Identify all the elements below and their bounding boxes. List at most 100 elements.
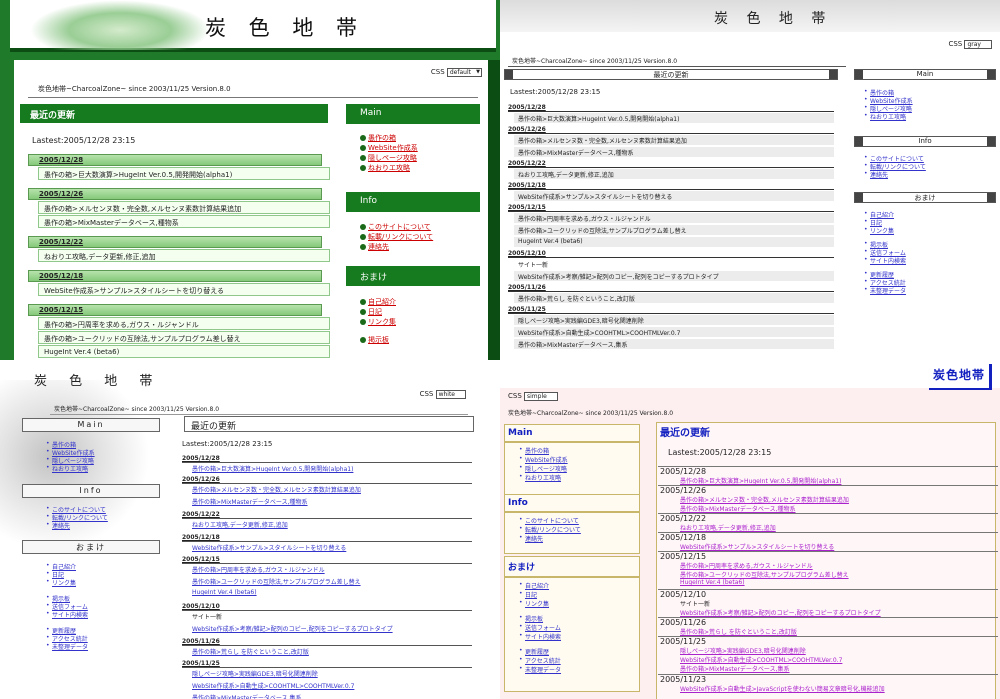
- sidebar-item[interactable]: 未整理データ: [864, 286, 906, 295]
- update-entry[interactable]: WebSite作成系>考察/雑記>配列のコピー,配列をコピーするプロトタイプ: [680, 608, 996, 617]
- css-select[interactable]: simple: [524, 392, 558, 401]
- update-entry[interactable]: ねおりエ攻略,データ更新,修正,追加: [192, 520, 472, 529]
- sidebar-item[interactable]: 隠しページ攻略: [44, 456, 95, 465]
- update-entry[interactable]: WebSite作成系>考察/雑記>配列のコピー,配列をコピーするプロトタイプ: [514, 271, 834, 281]
- update-entry[interactable]: 愚作の箱>ユークリッドの互除法,サンプルプログラム差し替え: [38, 331, 330, 344]
- sidebar-item[interactable]: 更新履歴: [519, 647, 639, 656]
- update-entry[interactable]: 愚作の箱>MixMasterデータベース,種物系: [192, 497, 472, 506]
- update-entry[interactable]: WebSite作成系>サンプル>スタイルシートを切り替える: [192, 543, 472, 552]
- sidebar-item[interactable]: 日記: [519, 590, 639, 599]
- sidebar-item[interactable]: アクセス統計: [864, 278, 906, 287]
- sidebar-item[interactable]: 掲示板: [519, 614, 639, 623]
- update-entry[interactable]: 愚作の箱>巨大数演算>HugeInt Ver.0.5,開発開始(alpha1): [38, 167, 330, 180]
- sidebar-item[interactable]: 隠しページ攻略: [360, 153, 418, 163]
- sidebar-item[interactable]: このサイトについて: [44, 505, 108, 514]
- update-entry[interactable]: WebSite作成系>サンプル>スタイルシートを切り替える: [680, 542, 996, 551]
- update-entry[interactable]: HugeInt Ver.4 (beta6): [192, 589, 472, 598]
- update-entry[interactable]: 愚作の箱>MixMasterデータベース,集系: [192, 693, 472, 699]
- update-entry[interactable]: 愚作の箱>円周率を求める,ガウス・ルジャンドル: [192, 565, 472, 574]
- sidebar-item[interactable]: 隠しページ攻略: [864, 104, 913, 113]
- sidebar-item[interactable]: 愚作の箱: [864, 88, 913, 97]
- sidebar-item[interactable]: 更新履歴: [864, 270, 906, 279]
- update-entry[interactable]: HugeInt Ver.4 (beta6): [38, 345, 330, 358]
- update-entry[interactable]: 愚作の箱>MixMasterデータベース,種物系: [514, 147, 834, 157]
- sidebar-item[interactable]: 連絡先: [519, 534, 639, 543]
- update-entry[interactable]: WebSite作成系>自動生成>COOHTML>COOHTMLVer.0.7: [192, 681, 472, 690]
- sidebar-item[interactable]: WebSite作成系: [44, 448, 95, 457]
- update-entry[interactable]: 愚作の箱>MixMasterデータベース,種物系: [680, 504, 996, 513]
- sidebar-item[interactable]: 転載/リンクについて: [864, 162, 926, 171]
- sidebar-item[interactable]: サイト内検索: [44, 610, 88, 619]
- update-entry[interactable]: 隠しページ攻略>実践編GDE3,暗号化関連削除: [680, 646, 996, 655]
- sidebar-item[interactable]: ねおりエ攻略: [360, 163, 418, 173]
- sidebar-item[interactable]: 愚作の箱: [44, 440, 95, 449]
- sidebar-item[interactable]: このサイトについて: [864, 154, 926, 163]
- update-entry[interactable]: 愚作の箱>円周率を求める,ガウス・ルジャンドル: [38, 317, 330, 330]
- update-entry[interactable]: WebSite作成系>サンプル>スタイルシートを切り替える: [38, 283, 330, 296]
- sidebar-item[interactable]: 掲示板: [864, 240, 906, 249]
- sidebar-item[interactable]: 送信フォーム: [864, 248, 906, 257]
- update-entry[interactable]: WebSite作成系>サンプル>スタイルシートを切り替える: [514, 191, 834, 201]
- sidebar-item[interactable]: 日記: [44, 570, 88, 579]
- update-entry[interactable]: 愚作の箱>メルセンヌ数・完全数,メルセンヌ素数計算結果追加: [38, 201, 330, 214]
- update-entry[interactable]: 愚作の箱>円周率を求める,ガウス・ルジャンドル: [514, 213, 834, 223]
- update-entry[interactable]: 愚作の箱>メルセンヌ数・完全数,メルセンヌ素数計算結果追加: [514, 135, 834, 145]
- sidebar-item[interactable]: サイト内検索: [519, 632, 639, 641]
- update-entry[interactable]: 愚作の箱>メルセンヌ数・完全数,メルセンヌ素数計算結果追加: [192, 485, 472, 494]
- update-entry[interactable]: WebSite作成系>自動生成>COOHTML>COOHTMLVer.0.7: [680, 655, 996, 664]
- sidebar-item[interactable]: 自己紹介: [360, 297, 396, 307]
- sidebar-item[interactable]: アクセス統計: [519, 656, 639, 665]
- update-entry[interactable]: ねおりエ攻略,データ更新,修正,追加: [514, 169, 834, 179]
- sidebar-item[interactable]: アクセス統計: [44, 634, 88, 643]
- update-entry[interactable]: HugeInt Ver.4 (beta6): [514, 237, 834, 247]
- update-entry[interactable]: 愚作の箱>巨大数演算>HugeInt Ver.0.5,開発開始(alpha1): [192, 464, 472, 473]
- sidebar-item[interactable]: 未整理データ: [519, 665, 639, 674]
- update-entry[interactable]: WebSite作成系>自動生成>COOHTML>COOHTMLVer.0.7: [514, 327, 834, 337]
- sidebar-item[interactable]: 未整理データ: [44, 642, 88, 651]
- update-entry[interactable]: 愚作の箱>円周率を求める,ガウス・ルジャンドル: [680, 561, 996, 570]
- sidebar-item[interactable]: このサイトについて: [360, 222, 433, 232]
- update-entry[interactable]: 愚作の箱>MixMasterデータベース,集系: [680, 664, 996, 673]
- update-entry[interactable]: 愚作の箱>荒らし を防ぐということ,改訂版: [514, 293, 834, 303]
- update-entry[interactable]: 愚作の箱>MixMasterデータベース,種物系: [38, 215, 330, 228]
- sidebar-item[interactable]: WebSite作成系: [519, 455, 639, 464]
- sidebar-item[interactable]: 送信フォーム: [44, 602, 88, 611]
- update-entry[interactable]: 隠しページ攻略>実践編GDE3,暗号化関連削除: [514, 315, 834, 325]
- update-entry[interactable]: WebSite作成系>自動生成>JavaScriptを使わない簡易文章暗号化,機…: [680, 684, 996, 693]
- sidebar-item[interactable]: WebSite作成系: [864, 96, 913, 105]
- update-entry[interactable]: 愚作の箱>巨大数演算>HugeInt Ver.0.5,開発開始(alpha1): [514, 113, 834, 123]
- sidebar-item[interactable]: このサイトについて: [519, 516, 639, 525]
- update-entry[interactable]: ねおりエ攻略,データ更新,修正,追加: [680, 523, 996, 532]
- sidebar-item[interactable]: ねおりエ攻略: [519, 473, 639, 482]
- sidebar-item[interactable]: リンク集: [44, 578, 88, 587]
- sidebar-item[interactable]: 連絡先: [44, 521, 108, 530]
- update-entry[interactable]: 愚作の箱>MixMasterデータベース,集系: [514, 339, 834, 349]
- sidebar-item[interactable]: 転載/リンクについて: [360, 232, 433, 242]
- sidebar-item[interactable]: 掲示板: [44, 594, 88, 603]
- sidebar-item[interactable]: 自己紹介: [519, 581, 639, 590]
- css-select[interactable]: white: [435, 390, 466, 399]
- update-entry[interactable]: 愚作の箱>ユークリッドの互除法,サンプルプログラム差し替え: [514, 225, 834, 235]
- sidebar-item[interactable]: サイト内検索: [864, 256, 906, 265]
- sidebar-item[interactable]: 連絡先: [360, 242, 433, 252]
- sidebar-item[interactable]: 隠しページ攻略: [519, 464, 639, 473]
- sidebar-item[interactable]: 掲示板: [360, 335, 396, 345]
- sidebar-item[interactable]: 転載/リンクについて: [519, 525, 639, 534]
- sidebar-item[interactable]: 連絡先: [864, 170, 926, 179]
- update-entry[interactable]: 愚作の箱>メルセンヌ数・完全数,メルセンヌ素数計算結果追加: [680, 495, 996, 504]
- update-entry[interactable]: 愚作の箱>ユークリッドの互除法,サンプルプログラム差し替え: [192, 577, 472, 586]
- sidebar-item[interactable]: 日記: [864, 218, 906, 227]
- sidebar-item[interactable]: リンク集: [519, 599, 639, 608]
- update-entry[interactable]: 愚作の箱>荒らし を防ぐということ,改訂版: [680, 627, 996, 636]
- update-entry[interactable]: HugeInt Ver.4 (beta6): [680, 579, 996, 588]
- sidebar-item[interactable]: ねおりエ攻略: [44, 464, 95, 473]
- sidebar-item[interactable]: 転載/リンクについて: [44, 513, 108, 522]
- css-select[interactable]: default: [446, 68, 482, 77]
- css-select[interactable]: gray: [964, 40, 992, 49]
- sidebar-item[interactable]: 更新履歴: [44, 626, 88, 635]
- update-entry[interactable]: 愚作の箱>ユークリッドの互除法,サンプルプログラム差し替え: [680, 570, 996, 579]
- sidebar-item[interactable]: ねおりエ攻略: [864, 112, 913, 121]
- update-entry[interactable]: 愚作の箱>荒らし を防ぐということ,改訂版: [192, 647, 472, 656]
- sidebar-item[interactable]: 愚作の箱: [360, 133, 418, 143]
- update-entry[interactable]: ねおりエ攻略,データ更新,修正,追加: [38, 249, 330, 262]
